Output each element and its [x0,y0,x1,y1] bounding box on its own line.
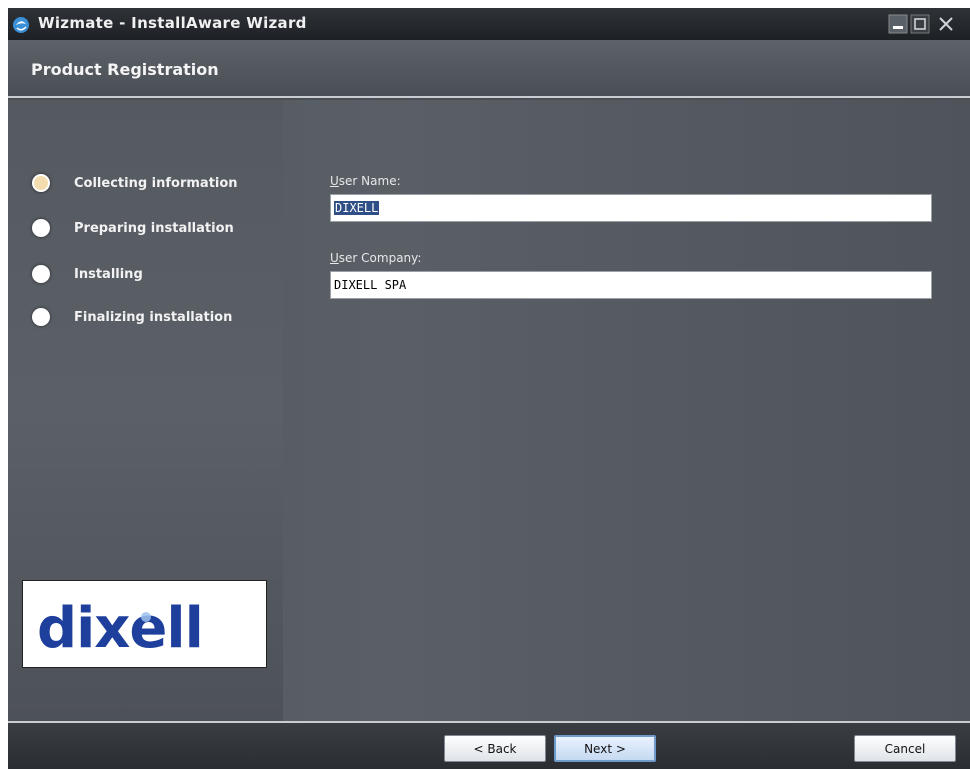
svg-text:dixell: dixell [37,596,203,661]
window-title: Wizmate - InstallAware Wizard [38,14,307,32]
page-header: Product Registration [8,40,970,98]
user-company-label: User Company: [330,251,422,265]
step-collecting-information: Collecting information [32,172,238,194]
step-active-bullet-icon [32,174,50,192]
step-finalizing-installation: Finalizing installation [32,306,232,328]
step-preparing-installation: Preparing installation [32,217,234,239]
step-label: Collecting information [74,175,238,191]
cancel-button[interactable]: Cancel [854,735,956,762]
title-bar[interactable]: Wizmate - InstallAware Wizard [8,8,970,40]
back-button[interactable]: < Back [444,735,546,762]
next-button[interactable]: Next > [554,735,656,762]
page-title: Product Registration [31,60,219,79]
maximize-icon[interactable] [910,14,930,34]
close-icon[interactable] [936,14,956,34]
dixell-logo-graphic: dixell [37,596,204,661]
step-installing: Installing [32,263,143,285]
progress-sidebar: Collecting information Preparing install… [8,100,283,721]
step-label: Finalizing installation [74,309,233,325]
minimize-icon[interactable] [888,14,908,34]
step-bullet-icon [32,265,50,283]
step-bullet-icon [32,308,50,326]
user-name-input[interactable]: DIXELL [330,194,932,222]
installaware-app-icon [13,17,29,33]
user-name-value: DIXELL [334,201,380,215]
step-label: Preparing installation [74,220,234,236]
main-content: Collecting information Preparing install… [8,100,970,721]
installer-window: Wizmate - InstallAware Wizard Product Re… [8,8,970,769]
user-company-input[interactable]: DIXELL SPA [330,271,932,299]
user-name-label: User Name: [330,174,401,188]
wizard-footer: < Back Next > Cancel [8,721,970,769]
step-label: Installing [74,266,143,282]
dixell-logo: dixell [22,580,267,668]
step-bullet-icon [32,219,50,237]
user-company-value: DIXELL SPA [334,278,407,292]
